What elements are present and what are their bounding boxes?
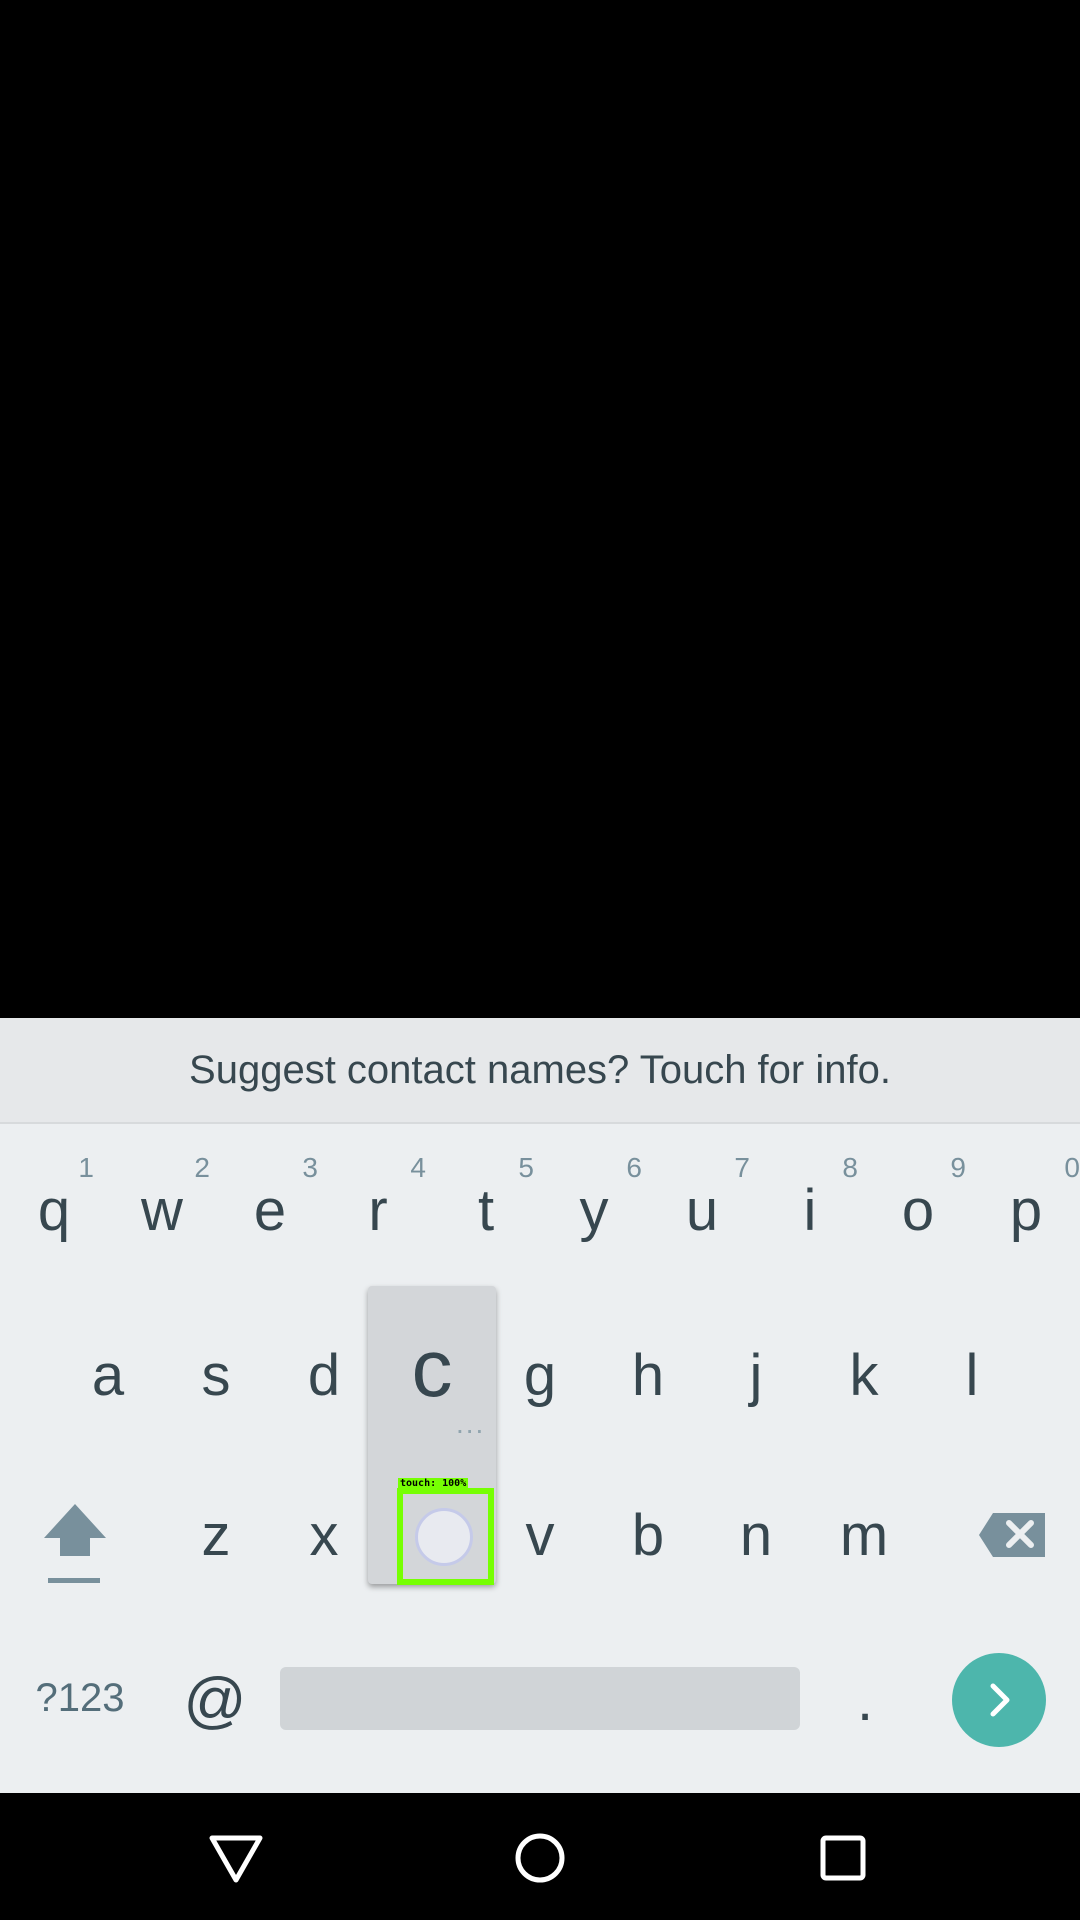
- key-r-label: r: [368, 1177, 388, 1243]
- shift-key[interactable]: [20, 1488, 130, 1598]
- key-y-label: y: [579, 1177, 609, 1243]
- key-z[interactable]: z: [162, 1480, 270, 1590]
- key-z-label: z: [201, 1502, 231, 1568]
- key-l-label: l: [965, 1342, 979, 1408]
- key-r[interactable]: r 4: [324, 1152, 432, 1260]
- key-j[interactable]: j: [702, 1320, 810, 1430]
- key-y[interactable]: y 6: [540, 1152, 648, 1260]
- key-w[interactable]: w 2: [108, 1152, 216, 1260]
- symbols-key[interactable]: ?123: [20, 1650, 140, 1746]
- key-u[interactable]: u 7: [648, 1152, 756, 1260]
- key-x-label: x: [309, 1502, 339, 1568]
- popup-more-indicator: ...: [456, 1408, 486, 1439]
- key-s[interactable]: s: [162, 1320, 270, 1430]
- key-m-label: m: [839, 1502, 889, 1568]
- shift-icon: [44, 1504, 106, 1583]
- key-k[interactable]: k: [810, 1320, 918, 1430]
- key-i[interactable]: i 8: [756, 1152, 864, 1260]
- key-i-hint: 8: [842, 1152, 858, 1183]
- key-d[interactable]: d: [270, 1320, 378, 1430]
- key-e[interactable]: e 3: [216, 1152, 324, 1260]
- touch-point-icon: [415, 1508, 473, 1566]
- key-y-hint: 6: [626, 1152, 642, 1183]
- suggestion-strip[interactable]: Suggest contact names? Touch for info.: [0, 1018, 1080, 1124]
- spacebar[interactable]: [280, 1667, 800, 1730]
- app-content-area: [0, 0, 1080, 1018]
- back-nav-icon: [209, 1835, 263, 1883]
- key-n-label: n: [739, 1502, 773, 1568]
- key-p-hint: 0: [1064, 1152, 1080, 1183]
- key-t[interactable]: t 5: [432, 1152, 540, 1260]
- key-e-hint: 3: [302, 1152, 318, 1183]
- key-q[interactable]: q 1: [0, 1152, 108, 1260]
- key-m[interactable]: m: [810, 1480, 918, 1590]
- key-g[interactable]: g: [486, 1320, 594, 1430]
- key-v-label: v: [525, 1502, 555, 1568]
- key-p[interactable]: p 0: [972, 1152, 1080, 1260]
- key-v[interactable]: v: [486, 1480, 594, 1590]
- key-t-hint: 5: [518, 1152, 534, 1183]
- period-key-label: .: [856, 1667, 874, 1733]
- suggestion-text: Suggest contact names? Touch for info.: [189, 1047, 891, 1092]
- key-t-label: t: [477, 1177, 495, 1243]
- key-h[interactable]: h: [594, 1320, 702, 1430]
- key-x[interactable]: x: [270, 1480, 378, 1590]
- popup-letter: c: [411, 1323, 453, 1414]
- key-s-label: s: [201, 1342, 231, 1408]
- key-o-label: o: [901, 1177, 935, 1243]
- key-g-label: g: [523, 1342, 557, 1408]
- key-l[interactable]: l: [918, 1320, 1026, 1430]
- key-u-label: u: [685, 1177, 719, 1243]
- back-button[interactable]: [201, 1823, 271, 1893]
- key-i-label: i: [803, 1177, 817, 1243]
- home-nav-icon: [515, 1833, 565, 1883]
- recents-nav-icon: [820, 1835, 866, 1881]
- key-j-label: j: [749, 1342, 763, 1408]
- key-e-label: e: [253, 1177, 287, 1243]
- key-w-label: w: [141, 1177, 183, 1243]
- key-u-hint: 7: [734, 1152, 750, 1183]
- key-p-label: p: [1009, 1177, 1043, 1243]
- backspace-key[interactable]: [958, 1480, 1068, 1590]
- key-r-hint: 4: [410, 1152, 426, 1183]
- key-o-hint: 9: [950, 1152, 966, 1183]
- key-q-hint: 1: [78, 1152, 94, 1183]
- key-a-label: a: [91, 1342, 125, 1408]
- at-key[interactable]: @: [170, 1650, 260, 1750]
- key-w-hint: 2: [194, 1152, 210, 1183]
- home-button[interactable]: [505, 1823, 575, 1893]
- enter-arrow-icon: [990, 1683, 1010, 1717]
- key-o[interactable]: o 9: [864, 1152, 972, 1260]
- enter-button[interactable]: [952, 1653, 1046, 1747]
- recents-button[interactable]: [808, 1823, 878, 1893]
- at-key-label: @: [183, 1665, 247, 1735]
- backspace-icon: [979, 1513, 1045, 1557]
- key-n[interactable]: n: [702, 1480, 810, 1590]
- period-key[interactable]: .: [820, 1650, 910, 1750]
- key-b-label: b: [631, 1502, 665, 1568]
- key-q-label: q: [37, 1177, 71, 1243]
- key-k-label: k: [849, 1342, 879, 1408]
- key-h-label: h: [631, 1342, 665, 1408]
- key-b[interactable]: b: [594, 1480, 702, 1590]
- navigation-bar: [0, 1793, 1080, 1920]
- symbols-key-label: ?123: [35, 1675, 125, 1720]
- key-d-label: d: [307, 1342, 341, 1408]
- key-a[interactable]: a: [54, 1320, 162, 1430]
